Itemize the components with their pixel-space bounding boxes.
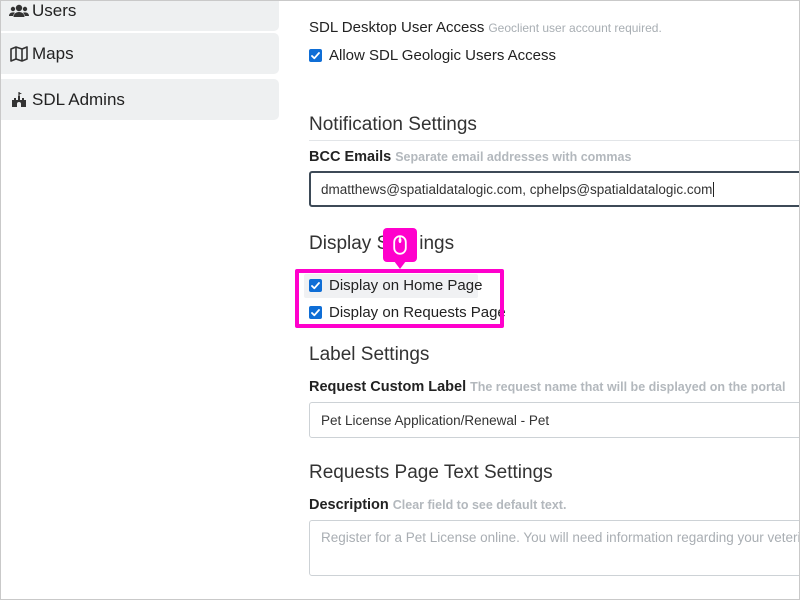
bcc-emails-hint: Separate email addresses with commas [395, 150, 632, 164]
custom-label-value: Pet License Application/Renewal - Pet [321, 412, 550, 428]
allow-geologic-access-label: Allow SDL Geologic Users Access [329, 47, 557, 64]
desktop-access-heading: SDL Desktop User Access Geoclient user ac… [309, 19, 662, 36]
sidebar: Users Maps SDL Admins [0, 0, 280, 600]
description-textarea[interactable]: Register for a Pet License online. You w… [309, 520, 800, 576]
click-marker [383, 228, 417, 269]
allow-geologic-access-checkbox[interactable] [309, 49, 322, 62]
sidebar-item-label: SDL Admins [32, 89, 125, 109]
mouse-icon [393, 235, 407, 255]
description-placeholder: Register for a Pet License online. You w… [321, 530, 800, 545]
highlight-box [295, 269, 504, 328]
map-icon [9, 45, 29, 62]
bcc-emails-input[interactable]: dmatthews@spatialdatalogic.com, cphelps@… [309, 171, 800, 207]
display-settings-title: Display S ings [309, 233, 454, 255]
sidebar-item-maps[interactable]: Maps [0, 33, 279, 74]
display-settings-title-start: Display S [309, 233, 390, 254]
castle-icon [9, 91, 29, 108]
desktop-access-hint: Geoclient user account required. [488, 21, 662, 35]
display-settings-title-end: ings [419, 233, 455, 254]
requests-page-text-title: Requests Page Text Settings [309, 462, 553, 483]
description-hint: Clear field to see default text. [392, 498, 567, 512]
custom-label-hint: The request name that will be displayed … [470, 380, 786, 394]
label-settings-title: Label Settings [309, 344, 430, 365]
bcc-emails-label: BCC Emails [309, 149, 392, 165]
desktop-access-title: SDL Desktop User Access [309, 19, 485, 36]
allow-geologic-access-checkbox-row[interactable]: Allow SDL Geologic Users Access [309, 47, 556, 64]
custom-label-input[interactable]: Pet License Application/Renewal - Pet [309, 402, 800, 438]
users-icon [9, 4, 29, 18]
custom-label-label: Request Custom Label [309, 379, 467, 395]
sidebar-item-sdl-admins[interactable]: SDL Admins [0, 79, 279, 120]
bcc-emails-label-row: BCC Emails Separate email addresses with … [309, 148, 631, 166]
sidebar-item-label: Maps [32, 43, 74, 63]
custom-label-row: Request Custom Label The request name tha… [309, 378, 785, 396]
sidebar-item-label: Users [32, 0, 77, 20]
notification-settings-title: Notification Settings [309, 114, 477, 135]
description-label-row: Description Clear field to see default te… [309, 496, 566, 514]
description-label: Description [309, 497, 389, 513]
text-caret [713, 181, 715, 197]
bcc-emails-value: dmatthews@spatialdatalogic.com, cphelps@… [321, 181, 713, 197]
sidebar-item-users[interactable]: Users [0, 0, 279, 31]
section-divider [309, 140, 800, 141]
